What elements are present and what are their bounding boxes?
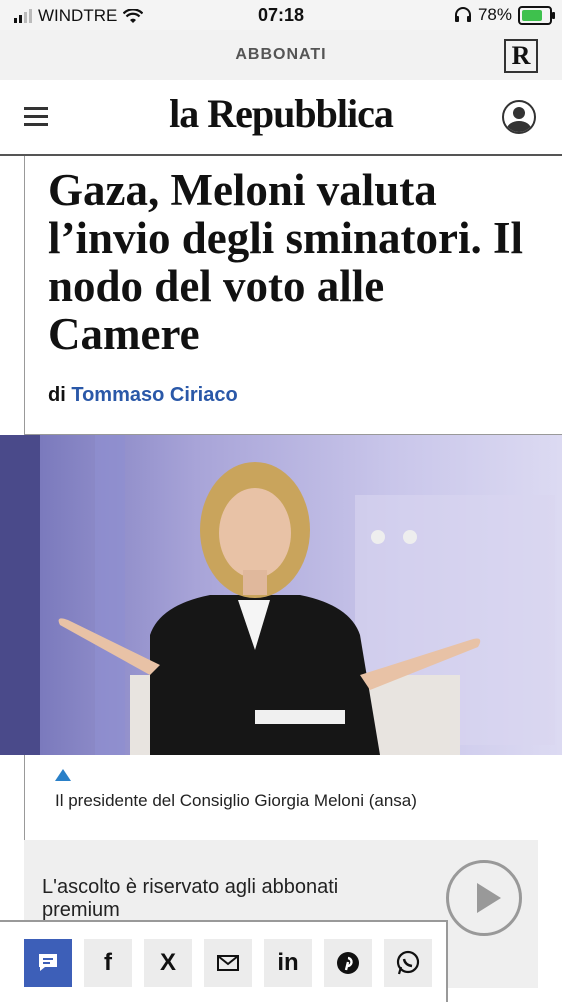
audio-message: L'ascolto è riservato agli abbonati prem… (42, 876, 339, 921)
subscription-bar: ABBONATI R (0, 30, 562, 80)
mail-icon (217, 955, 239, 971)
linkedin-share-button[interactable]: in (264, 939, 312, 987)
battery-percent: 78% (477, 5, 512, 24)
caption-toggle-icon[interactable] (55, 769, 71, 781)
divider (24, 156, 25, 436)
play-icon[interactable] (446, 860, 522, 936)
share-bar: f X in (0, 920, 448, 1002)
email-share-button[interactable] (204, 939, 252, 987)
user-icon[interactable] (502, 100, 536, 134)
byline-prefix: di (48, 384, 66, 406)
facebook-share-button[interactable]: f (84, 939, 132, 987)
comment-icon (39, 954, 57, 971)
byline: di Tommaso Ciriaco (48, 384, 238, 407)
article-photo[interactable] (0, 435, 562, 755)
battery-icon (518, 5, 555, 25)
author-link[interactable]: Tommaso Ciriaco (71, 384, 237, 406)
facebook-icon: f (104, 949, 112, 976)
comment-button[interactable] (24, 939, 72, 987)
status-bar: WINDTRE 07:18 78% (0, 0, 562, 30)
status-right: 78% (454, 5, 555, 25)
x-share-button[interactable]: X (144, 939, 192, 987)
abbonati-link[interactable]: ABBONATI (0, 46, 562, 64)
whatsapp-share-button[interactable] (384, 939, 432, 987)
article-headline: Gaza, Meloni valuta l’invio degli sminat… (48, 165, 524, 359)
x-icon: X (159, 949, 176, 976)
headphones-icon (454, 7, 471, 22)
photo-caption: Il presidente del Consiglio Giorgia Melo… (55, 791, 417, 810)
caption-area: Il presidente del Consiglio Giorgia Melo… (24, 755, 562, 840)
site-header: la Repubblica (0, 80, 562, 156)
repubblica-r-logo[interactable]: R (504, 39, 538, 73)
linkedin-icon: in (277, 949, 299, 976)
pinterest-share-button[interactable] (324, 939, 372, 987)
pinterest-icon (337, 952, 359, 974)
brand-logo[interactable]: la Repubblica (0, 90, 562, 137)
whatsapp-icon (396, 950, 420, 975)
